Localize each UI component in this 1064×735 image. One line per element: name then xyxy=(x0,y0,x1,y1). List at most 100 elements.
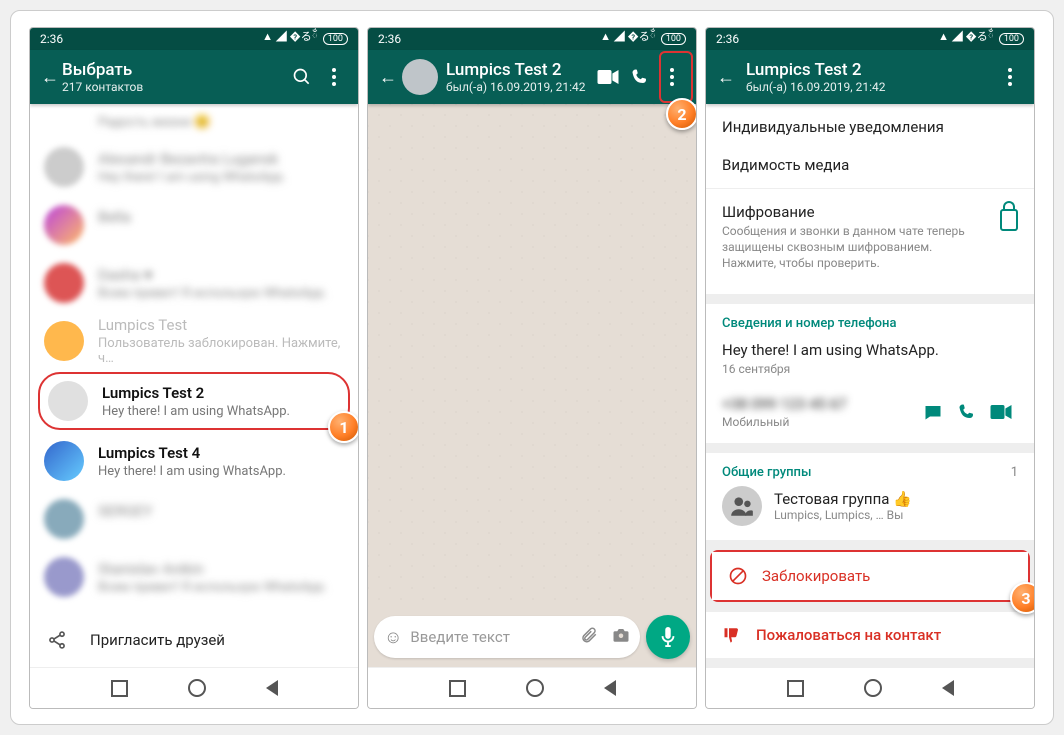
step-badge-2: 2 xyxy=(666,98,697,130)
contact-name: Lumpics Test 2 xyxy=(102,384,340,402)
contact-info-header: ← Lumpics Test 2 был(-а) 16.09.2019, 21:… xyxy=(706,50,1034,104)
more-menu-icon[interactable] xyxy=(318,68,350,86)
about-section-title: Сведения и номер телефона xyxy=(722,316,1018,331)
phone-2: 2:36 ▲ ◢ �るྂ 100 ← Lumpics Test 2 был(-а… xyxy=(367,27,697,709)
status-time: 2:36 xyxy=(40,32,63,46)
invite-label: Пригласить друзей xyxy=(90,631,225,649)
home-button[interactable] xyxy=(864,679,882,697)
report-label: Пожаловаться на контакт xyxy=(756,626,941,644)
voice-record-button[interactable] xyxy=(646,615,690,659)
more-menu-icon[interactable] xyxy=(994,68,1026,86)
header-subtitle: 217 контактов xyxy=(62,80,286,94)
recents-button[interactable] xyxy=(449,680,466,697)
about-row[interactable]: Hey there! I am using WhatsApp. 16 сентя… xyxy=(722,337,1018,387)
last-seen: был(-а) 16.09.2019, 21:42 xyxy=(746,80,994,94)
encryption-subtitle: Сообщения и звонки в данном чате теперь … xyxy=(722,223,988,272)
emoji-icon[interactable]: ☺ xyxy=(384,627,402,648)
annotation-highlight-dots xyxy=(659,51,693,103)
media-visibility-row[interactable]: Видимость медиа xyxy=(722,146,1018,184)
share-icon xyxy=(46,630,68,650)
step-badge-3: 3 xyxy=(1010,582,1035,614)
phone-1: 2:36 ▲ ◢ �るྂ 100 ← Выбрать 217 контактов… xyxy=(29,27,359,709)
phone-number-row[interactable]: +38 099 123 45 67 Мобильный xyxy=(722,387,1018,431)
group-name: Тестовая группа 👍 xyxy=(774,490,1018,508)
group-row[interactable]: Тестовая группа 👍 Lumpics, Lumpics, … Вы xyxy=(722,480,1018,528)
encryption-row[interactable]: Шифрование Сообщения и звонки в данном ч… xyxy=(722,193,1018,282)
home-button[interactable] xyxy=(188,679,206,697)
contacts-list[interactable]: Радость жизни 😊 Alexandr Bezavtra Lugans… xyxy=(30,104,358,667)
contact-row-blur-5[interactable]: Stanislav AnikinВсем привет! Я использую… xyxy=(30,548,358,606)
phone-3: 2:36 ▲ ◢ �るྂ 100 ← Lumpics Test 2 был(-а… xyxy=(705,27,1035,709)
group-members: Lumpics, Lumpics, … Вы xyxy=(774,508,1018,522)
status-bar: 2:36 ▲ ◢ �るྂ 100 xyxy=(30,28,358,50)
contact-row-blur-4[interactable]: SERGEY xyxy=(30,490,358,548)
attach-icon[interactable] xyxy=(580,626,598,648)
voice-call-icon[interactable] xyxy=(624,68,656,86)
back-button[interactable]: ← xyxy=(714,67,738,88)
annotation-highlight-block: Заблокировать xyxy=(710,550,1030,602)
contact-row-blur-3[interactable]: Dasha ♥Всем привет! Я использую WhatsApp… xyxy=(30,254,358,312)
report-contact-button[interactable]: Пожаловаться на контакт xyxy=(706,612,1034,658)
contact-lumpics-test-2[interactable]: Lumpics Test 2 Hey there! I am using Wha… xyxy=(38,372,350,430)
contact-lumpics-test-4[interactable]: Lumpics Test 4 Hey there! I am using Wha… xyxy=(30,432,358,490)
custom-notifications-row[interactable]: Индивидуальные уведомления xyxy=(722,108,1018,146)
contact-status: Пользователь заблокирован. Нажмите, ч… xyxy=(98,336,344,366)
block-label: Заблокировать xyxy=(762,567,870,585)
camera-icon[interactable] xyxy=(612,626,630,648)
group-avatar xyxy=(722,486,762,526)
recents-button[interactable] xyxy=(787,680,804,697)
contact-name-title: Lumpics Test 2 xyxy=(746,60,994,80)
contact-row-cut[interactable]: Радость жизни 😊 xyxy=(30,104,358,138)
block-icon xyxy=(728,566,748,586)
thumbs-down-icon xyxy=(722,626,742,644)
home-button[interactable] xyxy=(526,679,544,697)
battery-icon: 100 xyxy=(661,33,686,45)
back-button[interactable]: ← xyxy=(376,67,400,88)
back-button[interactable]: ← xyxy=(38,67,62,88)
status-time: 2:36 xyxy=(378,32,401,46)
last-seen: был(-а) 16.09.2019, 21:42 xyxy=(446,80,592,94)
contact-status: Hey there! I am using WhatsApp. xyxy=(102,404,340,419)
contact-avatar[interactable] xyxy=(402,59,438,95)
recents-button[interactable] xyxy=(111,680,128,697)
message-icon[interactable] xyxy=(916,403,950,421)
block-contact-button[interactable]: Заблокировать xyxy=(712,552,1028,600)
header-title: Выбрать xyxy=(62,60,286,80)
row-title: Видимость медиа xyxy=(722,156,1018,174)
battery-icon: 100 xyxy=(999,33,1024,45)
android-nav xyxy=(368,667,696,708)
contact-row-blur-2[interactable]: Bella xyxy=(30,196,358,254)
contact-info-body[interactable]: Индивидуальные уведомления Видимость мед… xyxy=(706,104,1034,667)
contact-lumpics-test[interactable]: Lumpics Test Пользователь заблокирован. … xyxy=(30,312,358,370)
header-title-block: Выбрать 217 контактов xyxy=(62,60,286,95)
common-groups-count: 1 xyxy=(1011,465,1018,480)
about-text: Hey there! I am using WhatsApp. xyxy=(722,341,1018,359)
video-icon[interactable] xyxy=(984,405,1018,419)
encryption-title: Шифрование xyxy=(722,203,988,221)
step-badge-1: 1 xyxy=(328,411,359,443)
back-nav-button[interactable] xyxy=(266,680,278,696)
status-bar: 2:36 ▲ ◢ �るྂ 100 xyxy=(368,28,696,50)
search-icon[interactable] xyxy=(286,67,318,87)
contact-name: Lumpics Test xyxy=(98,316,344,334)
contact-row-blur-1[interactable]: Alexandr Bezavtra LuganskHey there! I am… xyxy=(30,138,358,196)
call-icon[interactable] xyxy=(950,403,984,421)
header-title-block[interactable]: Lumpics Test 2 был(-а) 16.09.2019, 21:42 xyxy=(446,60,592,95)
contact-status: Hey there! I am using WhatsApp. xyxy=(98,464,344,479)
phone-type: Мобильный xyxy=(722,415,916,429)
battery-icon: 100 xyxy=(323,33,348,45)
back-nav-button[interactable] xyxy=(942,680,954,696)
video-call-icon[interactable] xyxy=(592,70,624,84)
status-bar: 2:36 ▲ ◢ �るྂ 100 xyxy=(706,28,1034,50)
back-nav-button[interactable] xyxy=(604,680,616,696)
status-time: 2:36 xyxy=(716,32,739,46)
phone-number: +38 099 123 45 67 xyxy=(722,395,916,413)
lock-icon xyxy=(1000,203,1018,231)
invite-friends[interactable]: Пригласить друзей xyxy=(30,618,358,662)
message-input[interactable]: ☺ Введите текст xyxy=(374,616,640,658)
chat-input-bar: ☺ Введите текст xyxy=(368,609,696,667)
chat-messages-area[interactable] xyxy=(368,104,696,609)
contact-name: Lumpics Test 4 xyxy=(98,444,344,462)
tutorial-stage: 2:36 ▲ ◢ �るྂ 100 ← Выбрать 217 контактов… xyxy=(10,10,1054,725)
chat-header[interactable]: ← Lumpics Test 2 был(-а) 16.09.2019, 21:… xyxy=(368,50,696,104)
